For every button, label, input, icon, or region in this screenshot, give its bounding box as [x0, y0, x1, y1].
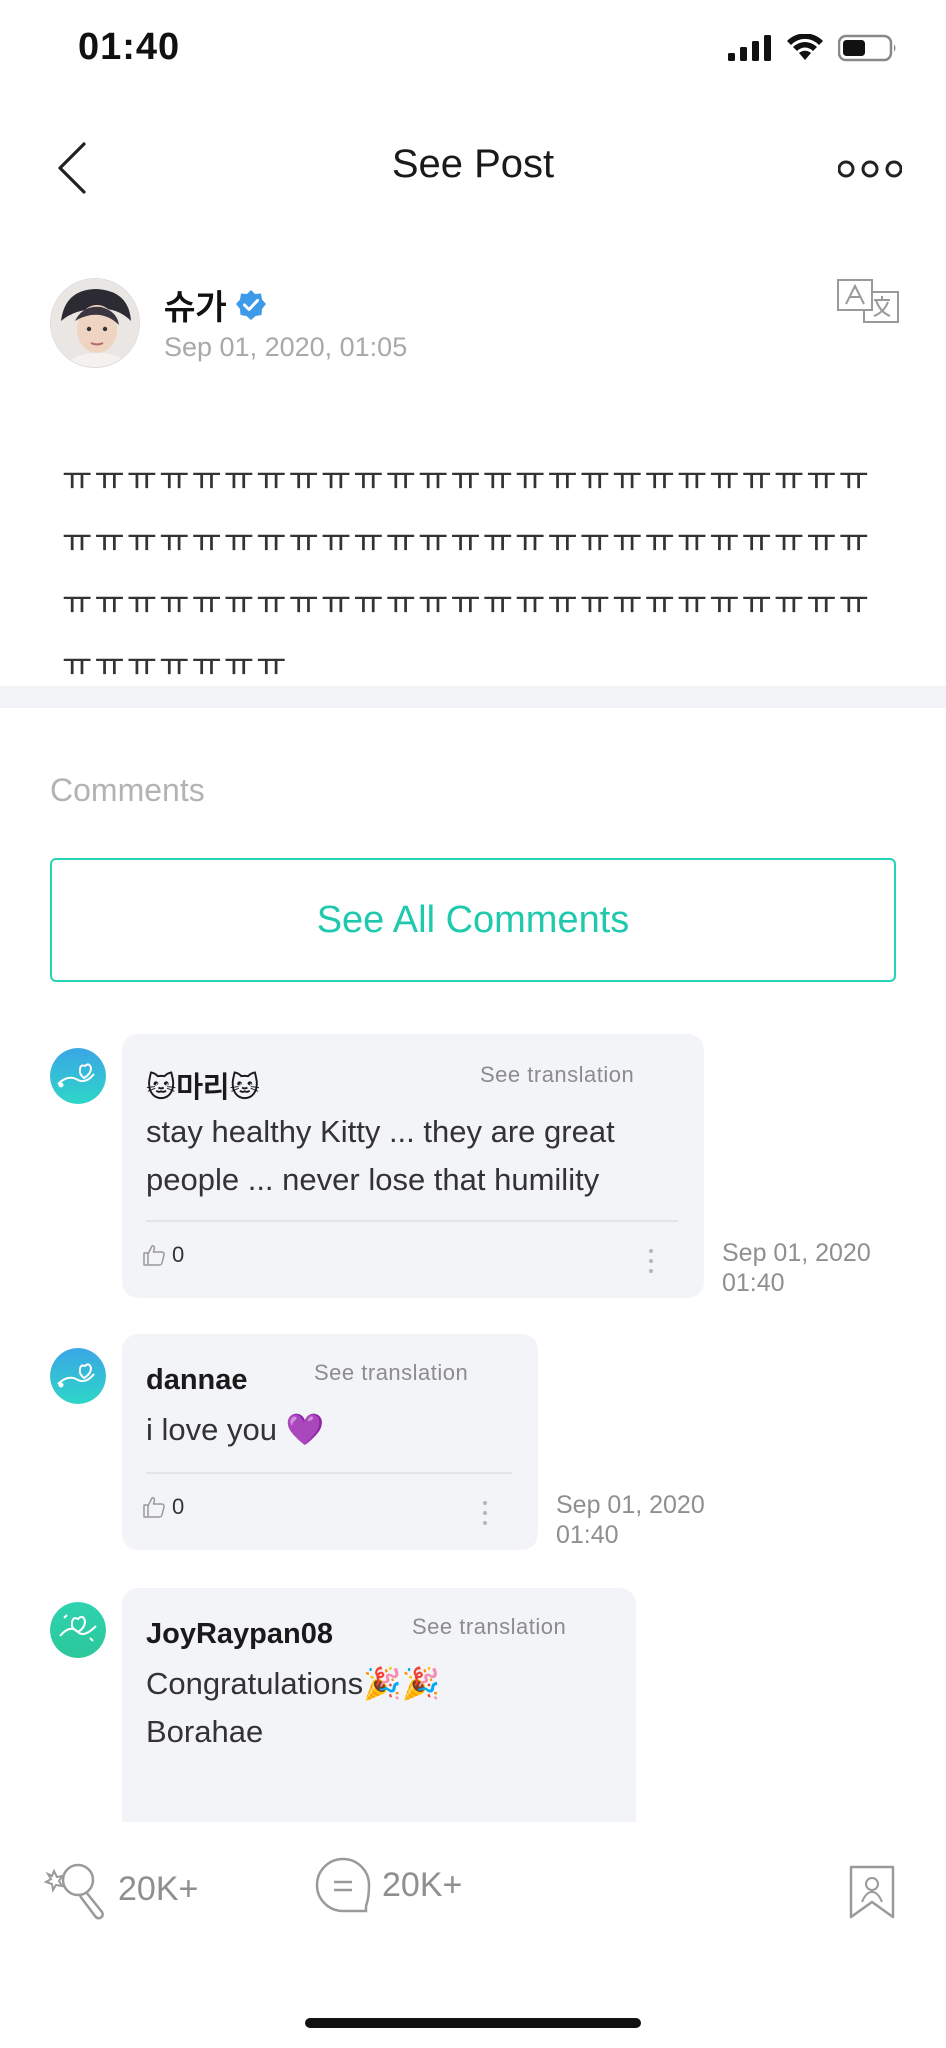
comment-divider	[146, 1220, 678, 1222]
status-bar: 01:40	[0, 0, 946, 100]
author-name-text: 슈가	[164, 289, 227, 327]
thumbs-up-icon	[143, 1497, 165, 1518]
comment-date-time: 01:40	[722, 1269, 785, 1297]
bookmark-icon[interactable]	[848, 1864, 896, 1920]
see-all-comments-button[interactable]: See All Comments	[50, 858, 896, 982]
post-date: Sep 01, 2020, 01:05	[164, 332, 408, 362]
comment-divider	[146, 1472, 512, 1474]
lightstick-like-button[interactable]: 20K+	[42, 1856, 198, 1922]
vertical-dots-icon[interactable]	[480, 1498, 490, 1528]
section-divider	[0, 686, 946, 708]
status-icons	[728, 34, 898, 62]
comment-date: Sep 01, 2020 01:40	[556, 1490, 705, 1550]
see-translation-link[interactable]: See translation	[412, 1614, 566, 1640]
nav-bar: See Post	[0, 120, 946, 220]
commenter-name[interactable]: 🐱마리🐱	[146, 1064, 260, 1106]
comment-item: JoyRaypan08 See translation Congratulati…	[50, 1588, 650, 1822]
commenter-avatar[interactable]	[50, 1048, 106, 1104]
comment-item: 🐱마리🐱 See translation stay healthy Kitty …	[50, 1034, 896, 1300]
comment-date-day: Sep 01, 2020	[556, 1491, 705, 1519]
commenter-avatar[interactable]	[50, 1348, 106, 1404]
page-title: See Post	[391, 142, 555, 186]
like-button[interactable]: 0	[142, 1494, 184, 1520]
post-body: ㅠㅠㅠㅠㅠㅠㅠㅠㅠㅠㅠㅠㅠㅠㅠㅠㅠㅠㅠㅠㅠㅠㅠㅠㅠㅠㅠㅠㅠㅠㅠㅠㅠㅠㅠㅠㅠㅠㅠㅠ…	[62, 460, 871, 683]
comment-count-button[interactable]: 20K+	[314, 1856, 462, 1914]
comment-bubble-icon	[315, 1857, 371, 1913]
like-count: 0	[172, 1242, 185, 1267]
wifi-icon	[787, 34, 823, 60]
comment-date: Sep 01, 2020 01:40	[722, 1238, 871, 1298]
comments-label: Comments	[50, 772, 205, 808]
see-translation-link[interactable]: See translation	[314, 1360, 468, 1386]
comment-text-line: Borahae	[146, 1714, 264, 1749]
commenter-name[interactable]: dannae	[146, 1364, 248, 1397]
commenter-avatar[interactable]	[50, 1602, 106, 1658]
thumbs-up-icon	[143, 1245, 165, 1266]
see-translation-link[interactable]: See translation	[480, 1062, 634, 1088]
vertical-dots-icon[interactable]	[646, 1246, 656, 1276]
comment-text: Congratulations🎉🎉 Borahae	[146, 1660, 616, 1756]
more-dots-icon[interactable]	[838, 154, 902, 184]
lightstick-icon	[43, 1863, 104, 1920]
verified-badge-icon	[235, 289, 266, 320]
commenter-name[interactable]: JoyRaypan08	[146, 1618, 333, 1651]
comment-text: stay healthy Kitty ... they are great pe…	[146, 1114, 615, 1197]
comment-item: dannae See translation i love you 💜 0 Se…	[50, 1334, 750, 1552]
comment-date-time: 01:40	[556, 1521, 619, 1549]
status-time: 01:40	[78, 26, 181, 68]
battery-icon	[838, 34, 896, 62]
comment-text-line: Congratulations🎉🎉	[146, 1666, 441, 1701]
comment-date-day: Sep 01, 2020	[722, 1239, 871, 1267]
translate-icon[interactable]	[836, 278, 900, 324]
author-name[interactable]: 슈가	[164, 280, 267, 329]
home-indicator[interactable]	[305, 2018, 641, 2028]
like-total: 20K+	[118, 1869, 199, 1908]
like-count: 0	[172, 1494, 185, 1519]
bottom-action-bar: 20K+ 20K+	[0, 1822, 946, 2048]
post-author: 슈가 Sep 01, 2020, 01:05	[50, 278, 900, 378]
comment-text: i love you 💜	[146, 1412, 325, 1447]
author-avatar[interactable]	[50, 278, 140, 368]
comment-total: 20K+	[382, 1865, 463, 1904]
like-button[interactable]: 0	[142, 1242, 184, 1268]
signal-icon	[728, 35, 771, 61]
comment-bubble: JoyRaypan08 See translation Congratulati…	[122, 1588, 636, 1822]
comment-bubble: 🐱마리🐱 See translation stay healthy Kitty …	[122, 1034, 704, 1298]
comment-bubble: dannae See translation i love you 💜 0	[122, 1334, 538, 1550]
